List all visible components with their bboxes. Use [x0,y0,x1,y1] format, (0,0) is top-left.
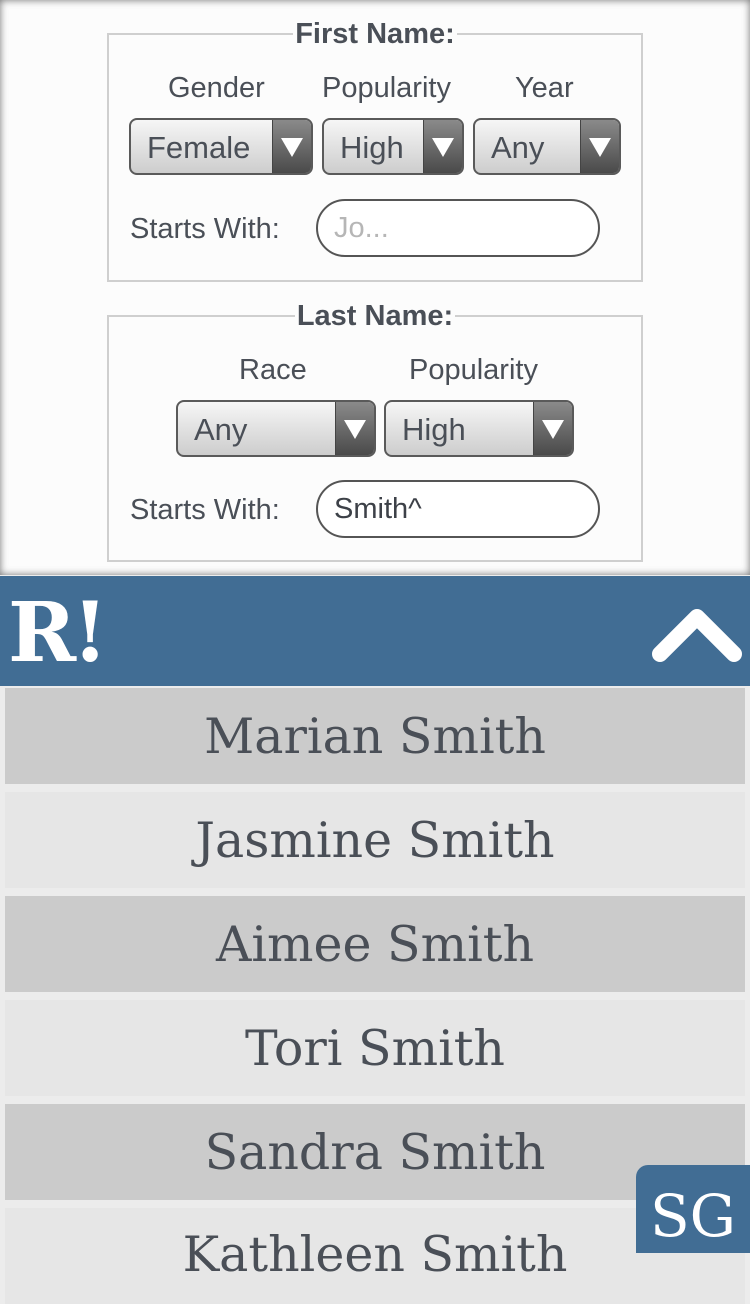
dropdown-arrow-icon [335,402,374,455]
result-item[interactable]: Jasmine Smith [5,792,745,888]
result-item[interactable]: Tori Smith [5,1000,745,1096]
header-bar: R! [0,576,750,686]
filter-panel: First Name: Gender Popularity Year Femal… [0,0,750,575]
dropdown-arrow-icon [423,120,462,173]
chevron-up-icon[interactable] [652,604,742,664]
race-label: Race [239,354,307,386]
last-popularity-select[interactable]: High [384,400,574,457]
race-select-value: Any [194,412,248,447]
race-select[interactable]: Any [176,400,376,457]
year-select[interactable]: Any [473,118,621,175]
result-item[interactable]: Marian Smith [5,688,745,784]
last-popularity-select-value: High [402,412,466,447]
first-starts-with-label: Starts With: [130,213,280,245]
first-popularity-select[interactable]: High [322,118,464,175]
sg-badge[interactable]: SG [636,1165,750,1253]
last-name-legend: Last Name: [296,300,454,332]
result-item[interactable]: Aimee Smith [5,896,745,992]
app-logo[interactable]: R! [8,588,108,678]
first-starts-with-input[interactable] [316,199,600,257]
last-starts-with-input[interactable] [316,480,600,538]
first-popularity-label: Popularity [322,72,451,104]
first-name-legend: First Name: [295,18,455,50]
gender-label: Gender [168,72,265,104]
first-popularity-select-value: High [340,130,404,165]
gender-select-value: Female [147,130,251,165]
year-label: Year [515,72,574,104]
result-item[interactable]: Sandra Smith [5,1104,745,1200]
result-item[interactable]: Kathleen Smith [5,1208,745,1304]
dropdown-arrow-icon [580,120,619,173]
dropdown-arrow-icon [272,120,311,173]
last-starts-with-label: Starts With: [130,494,280,526]
dropdown-arrow-icon [533,402,572,455]
year-select-value: Any [491,130,545,165]
last-popularity-label: Popularity [409,354,538,386]
gender-select[interactable]: Female [129,118,313,175]
